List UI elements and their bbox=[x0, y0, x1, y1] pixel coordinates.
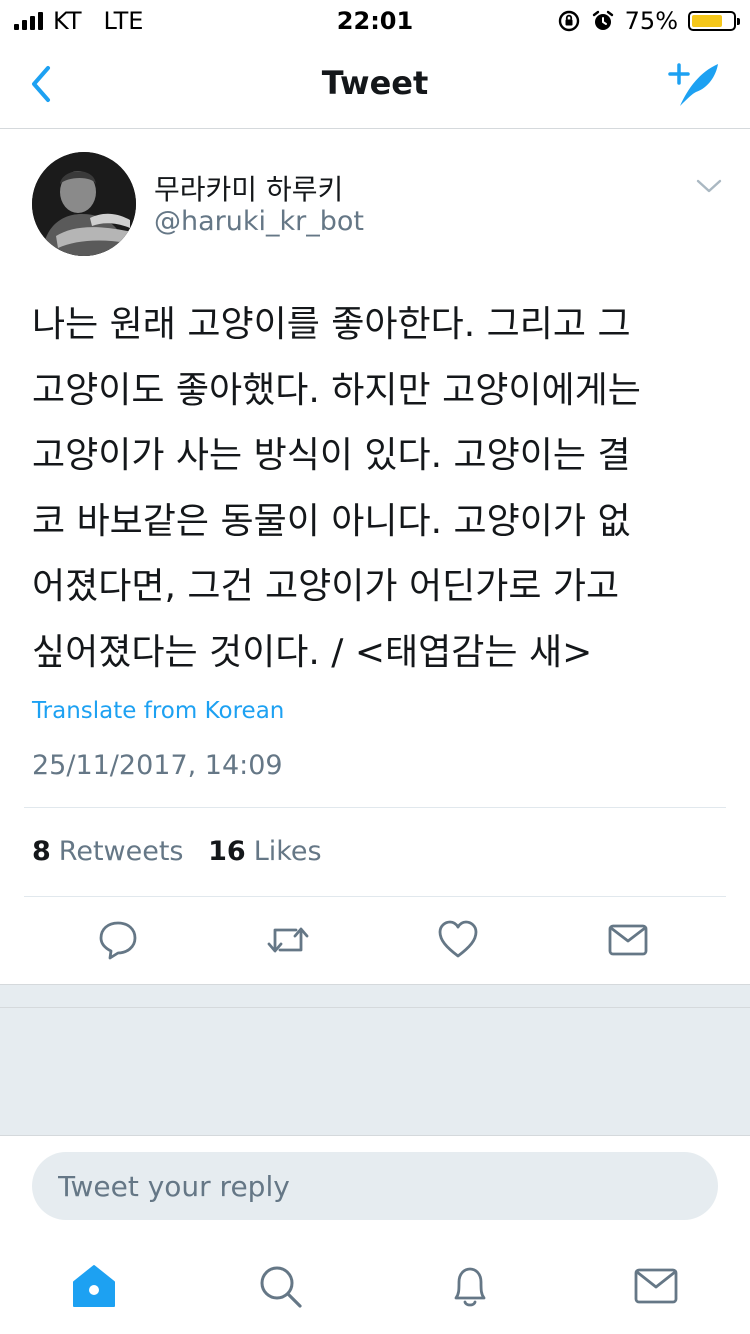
divider bbox=[24, 896, 726, 897]
retweets-label: Retweets bbox=[58, 836, 184, 867]
chevron-down-icon[interactable] bbox=[694, 176, 724, 196]
direct-message-icon[interactable] bbox=[606, 918, 650, 962]
orientation-lock-icon bbox=[558, 10, 579, 32]
alarm-icon bbox=[592, 10, 613, 30]
reply-box[interactable] bbox=[32, 1152, 718, 1220]
status-bar: KT LTE 22:01 75% bbox=[0, 0, 750, 40]
avatar[interactable] bbox=[32, 152, 136, 256]
battery-fill bbox=[692, 15, 722, 27]
like-heart-icon[interactable] bbox=[436, 918, 480, 962]
battery-percent: 75% bbox=[624, 7, 678, 35]
author-name[interactable]: 무라카미 하루키 bbox=[154, 168, 343, 208]
retweet-icon[interactable] bbox=[266, 918, 310, 962]
tweet-line: 고양이가 사는 방식이 있다. 고양이는 결 bbox=[32, 435, 631, 476]
retweets-count: 8 bbox=[32, 836, 51, 867]
page-title: Tweet bbox=[321, 64, 429, 102]
tweet-line: 코 바보같은 동물이 아니다. 고양이가 없 bbox=[32, 500, 631, 542]
tab-bar bbox=[0, 1250, 750, 1334]
search-icon[interactable] bbox=[256, 1262, 304, 1310]
tweet-line: 어졌다면, 그건 고양이가 어딘가로 가고 bbox=[32, 566, 620, 607]
tweet-actions bbox=[0, 918, 750, 964]
likes-count: 16 bbox=[208, 836, 246, 867]
likes-label: Likes bbox=[253, 836, 322, 867]
reply-icon[interactable] bbox=[96, 918, 140, 962]
author-handle[interactable]: @haruki_kr_bot bbox=[154, 206, 364, 237]
tweet-line: 나는 원래 고양이를 좋아한다. 그리고 그 bbox=[32, 304, 631, 345]
compose-tweet-icon[interactable] bbox=[666, 58, 722, 110]
tweet-text: 나는 원래 고양이를 좋아한다. 그리고 그 고양이도 좋아했다. 하지만 고양… bbox=[32, 292, 722, 685]
divider bbox=[0, 1007, 750, 1008]
home-icon[interactable] bbox=[70, 1262, 118, 1310]
reply-input[interactable] bbox=[32, 1152, 718, 1220]
notifications-bell-icon[interactable] bbox=[446, 1262, 494, 1310]
battery-icon bbox=[688, 11, 740, 31]
divider bbox=[24, 807, 726, 808]
replies-area bbox=[0, 984, 750, 1136]
likes-stat[interactable]: 16 Likes bbox=[192, 836, 321, 867]
tweet-line: 고양이도 좋아했다. 하지만 고양이에게는 bbox=[32, 369, 641, 411]
messages-icon[interactable] bbox=[632, 1262, 680, 1310]
status-right: 75% bbox=[557, 7, 740, 35]
translate-link[interactable]: Translate from Korean bbox=[32, 698, 284, 724]
tweet-stats: 8 Retweets 16 Likes bbox=[32, 836, 322, 867]
tweet-line: 싶어졌다는 것이다. / <태엽감는 새> bbox=[32, 631, 593, 673]
retweets-stat[interactable]: 8 Retweets bbox=[32, 836, 184, 867]
tweet-timestamp: 25/11/2017, 14:09 bbox=[32, 750, 283, 781]
nav-bar: Tweet bbox=[0, 40, 750, 129]
